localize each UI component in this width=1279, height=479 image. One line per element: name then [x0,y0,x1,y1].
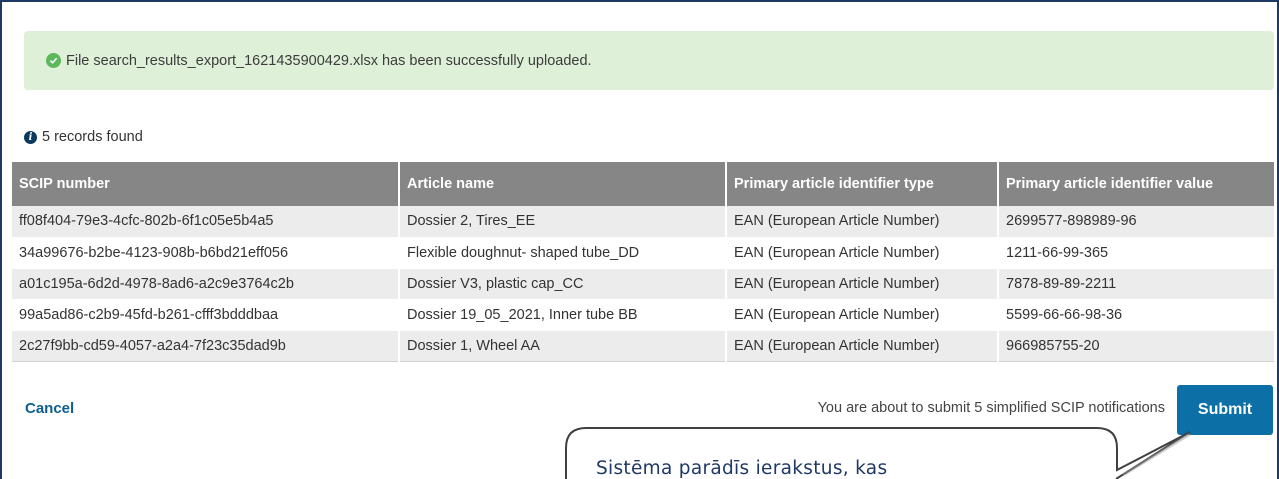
upload-success-alert: File search_results_export_1621435900429… [24,31,1274,90]
cell-article-name: Flexible doughnut- shaped tube_DD [399,237,727,269]
column-header-identifier-type[interactable]: Primary article identifier type [726,162,999,206]
table-row: ff08f404-79e3-4cfc-802b-6f1c05e5b4a5 Dos… [12,206,1274,238]
column-header-scip-number[interactable]: SCIP number [12,162,400,206]
cell-identifier-type: EAN (European Article Number) [726,237,999,269]
cell-scip-number: 99a5ad86-c2b9-45fd-b261-cfff3bdddbaa [12,299,400,331]
alert-message: File search_results_export_1621435900429… [66,52,592,69]
table-row: 99a5ad86-c2b9-45fd-b261-cfff3bdddbaa Dos… [12,299,1274,331]
results-table: SCIP number Article name Primary article… [12,162,1274,362]
cell-identifier-type: EAN (European Article Number) [726,206,999,238]
cell-identifier-type: EAN (European Article Number) [726,268,999,300]
cell-scip-number: ff08f404-79e3-4cfc-802b-6f1c05e5b4a5 [12,206,400,238]
cell-identifier-value: 5599-66-66-98-36 [998,299,1274,331]
table-row: a01c195a-6d2d-4978-8ad6-a2c9e3764c2b Dos… [12,268,1274,300]
cell-article-name: Dossier V3, plastic cap_CC [399,268,727,300]
cell-article-name: Dossier 19_05_2021, Inner tube BB [399,299,727,331]
submit-button[interactable]: Submit [1177,385,1273,435]
cell-scip-number: a01c195a-6d2d-4978-8ad6-a2c9e3764c2b [12,268,400,300]
cell-scip-number: 2c27f9bb-cd59-4057-a2a4-7f23c35dad9b [12,330,400,362]
column-header-article-name[interactable]: Article name [399,162,727,206]
cell-identifier-value: 966985755-20 [998,330,1274,362]
table-row: 34a99676-b2be-4123-908b-b6bd21eff056 Fle… [12,237,1274,269]
cell-identifier-value: 2699577-898989-96 [998,206,1274,238]
cell-article-name: Dossier 1, Wheel AA [399,330,727,362]
records-count-text: 5 records found [42,129,143,145]
cell-scip-number: 34a99676-b2be-4123-908b-b6bd21eff056 [12,237,400,269]
cell-identifier-type: EAN (European Article Number) [726,299,999,331]
cell-identifier-value: 7878-89-89-2211 [998,268,1274,300]
submit-note: You are about to submit 5 simplified SCI… [817,400,1165,416]
callout-text: Sistēma parādīs ierakstus, kas [596,458,888,479]
table-row: 2c27f9bb-cd59-4057-a2a4-7f23c35dad9b Dos… [12,330,1274,362]
column-header-identifier-value[interactable]: Primary article identifier value [998,162,1274,206]
info-icon: i [24,130,37,144]
table-header-row: SCIP number Article name Primary article… [12,162,1274,206]
cell-identifier-value: 1211-66-99-365 [998,237,1274,269]
cell-identifier-type: EAN (European Article Number) [726,330,999,362]
records-count: i 5 records found [24,127,143,147]
cell-article-name: Dossier 2, Tires_EE [399,206,727,238]
check-circle-icon [46,53,61,68]
cancel-link[interactable]: Cancel [25,400,74,417]
